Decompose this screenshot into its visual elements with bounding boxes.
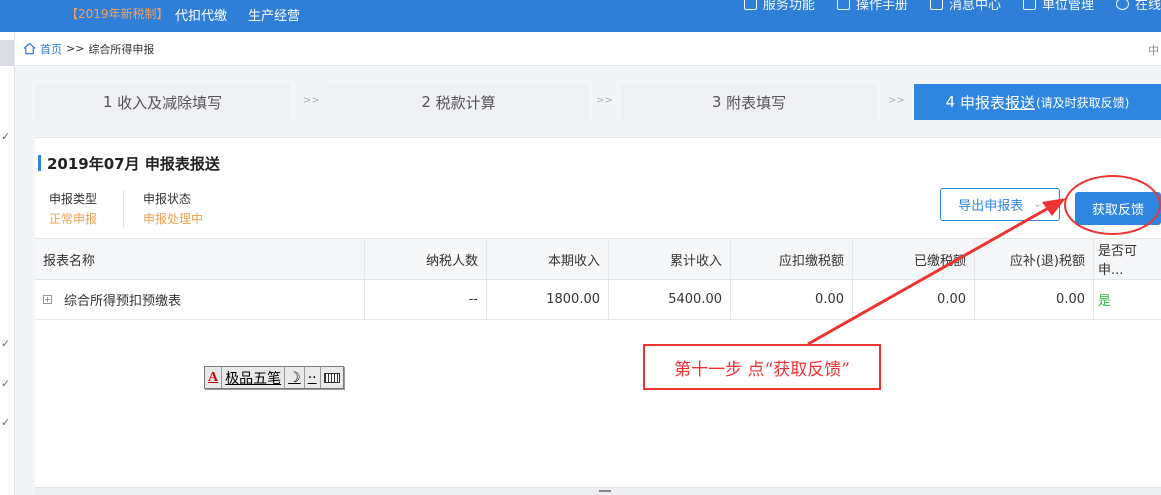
table-header: 报表名称 纳税人数 本期收入 累计收入 应扣缴税额 已缴税额 应补(退)税额 是… bbox=[35, 238, 1161, 280]
check-mark: ✓ bbox=[1, 130, 11, 143]
meta-report-status: 申报状态 申报处理中 bbox=[143, 190, 203, 227]
sidebar-active-marker bbox=[0, 40, 14, 66]
ime-logo-icon[interactable]: A bbox=[205, 367, 223, 388]
get-feedback-button[interactable]: 获取反馈 bbox=[1075, 192, 1161, 225]
step-2[interactable]: 2 税款计算 bbox=[328, 84, 589, 120]
column-header: 本期收入 bbox=[487, 239, 609, 279]
nav-business[interactable]: 生产经营 bbox=[248, 5, 300, 24]
step-separator: >> bbox=[303, 95, 320, 106]
report-submit-panel: 2019年07月 申报表报送 申报类型 正常申报 申报状态 申报处理中 导出申报… bbox=[35, 137, 1161, 495]
step-separator: >> bbox=[888, 95, 905, 106]
check-mark: ✓ bbox=[1, 416, 11, 429]
home-icon bbox=[23, 42, 36, 55]
ime-name[interactable]: 极品五笔 bbox=[222, 367, 286, 388]
top-menu-online[interactable]: 在线 bbox=[1115, 0, 1161, 13]
ime-moon-icon[interactable]: ☽ bbox=[285, 367, 305, 388]
step-progress: 1 收入及减除填写 >> 2 税款计算 >> 3 附表填写 >> 4 申报表 报送… bbox=[35, 84, 1161, 120]
check-mark: ✓ bbox=[1, 377, 11, 390]
title-accent-bar bbox=[38, 155, 41, 171]
meta-label: 申报类型 bbox=[49, 192, 98, 206]
page-title: 2019年07月 申报表报送 bbox=[47, 155, 220, 173]
column-header: 是否可申... bbox=[1098, 244, 1138, 278]
column-header: 累计收入 bbox=[609, 239, 731, 279]
table-row[interactable]: + 综合所得预扣预缴表 -- 1800.00 5400.00 0.00 0.00… bbox=[35, 280, 1161, 320]
table-cell: 1800.00 bbox=[487, 280, 609, 319]
message-icon bbox=[929, 0, 943, 10]
top-nav-bar: 【2019年新税制】 代扣代缴 生产经营 服务功能 操作手册 消息中心 单位管理… bbox=[0, 0, 1161, 32]
table-cell: -- bbox=[365, 280, 487, 319]
annotation-callout: 第十一步 点“获取反馈” bbox=[643, 344, 881, 390]
top-right-menu: 服务功能 操作手册 消息中心 单位管理 在线 bbox=[743, 0, 1161, 13]
column-header: 应扣缴税额 bbox=[731, 239, 853, 279]
doc-icon bbox=[743, 0, 757, 10]
check-mark: ✓ bbox=[1, 337, 11, 350]
breadcrumb-home-link[interactable]: 首页 bbox=[40, 41, 62, 57]
table-cell: 5400.00 bbox=[609, 280, 731, 319]
column-header: 纳税人数 bbox=[365, 239, 487, 279]
step-separator: >> bbox=[596, 95, 613, 106]
left-sidebar-collapsed: ✓ ✓ ✓ ✓ bbox=[0, 32, 15, 495]
step-4-active[interactable]: 4 申报表 报送 (请及时获取反馈) bbox=[914, 84, 1161, 120]
meta-divider bbox=[123, 190, 124, 228]
breadcrumb: 首页 >> 综合所得申报 中 bbox=[15, 32, 1161, 66]
ime-punct-icon[interactable]: ·· bbox=[305, 367, 321, 388]
chat-icon bbox=[1115, 0, 1129, 10]
table-cell: 0.00 bbox=[731, 280, 853, 319]
table-cell: 0.00 bbox=[853, 280, 975, 319]
report-name-cell: + 综合所得预扣预缴表 bbox=[35, 280, 365, 319]
table-cell: 是 bbox=[1098, 294, 1112, 309]
top-menu-org[interactable]: 单位管理 bbox=[1022, 0, 1094, 13]
ime-toolbar[interactable]: A 极品五笔 ☽ ·· bbox=[204, 366, 344, 389]
scrollbar-grip[interactable] bbox=[599, 490, 611, 492]
horizontal-scrollbar[interactable] bbox=[35, 487, 1161, 495]
doc-icon bbox=[836, 0, 850, 10]
chevron-down-icon: ⌄ bbox=[1033, 199, 1042, 210]
meta-value: 正常申报 bbox=[49, 212, 98, 226]
breadcrumb-separator: >> bbox=[66, 42, 85, 55]
breadcrumb-end-mark: 中 bbox=[1148, 44, 1159, 57]
top-menu-manual[interactable]: 操作手册 bbox=[836, 0, 908, 13]
step-3[interactable]: 3 附表填写 bbox=[621, 84, 877, 120]
keyboard-icon[interactable] bbox=[321, 367, 343, 388]
meta-value: 申报处理中 bbox=[143, 212, 204, 226]
top-menu-messages[interactable]: 消息中心 bbox=[929, 0, 1001, 13]
meta-label: 申报状态 bbox=[143, 192, 192, 206]
meta-report-type: 申报类型 正常申报 bbox=[49, 190, 97, 227]
building-icon bbox=[1022, 0, 1036, 10]
expand-icon[interactable]: + bbox=[43, 295, 52, 304]
nav-withholding[interactable]: 代扣代缴 bbox=[175, 5, 227, 24]
step-1[interactable]: 1 收入及减除填写 bbox=[35, 84, 290, 120]
top-menu-service[interactable]: 服务功能 bbox=[743, 0, 815, 13]
breadcrumb-current: 综合所得申报 bbox=[88, 42, 155, 56]
export-report-button[interactable]: 导出申报表 ⌄ bbox=[940, 188, 1060, 221]
column-header: 报表名称 bbox=[35, 239, 365, 279]
table-cell: 0.00 bbox=[975, 280, 1094, 319]
tax-system-tag: 【2019年新税制】 bbox=[66, 7, 169, 21]
column-header: 应补(退)税额 bbox=[975, 239, 1094, 279]
column-header: 已缴税额 bbox=[853, 239, 975, 279]
